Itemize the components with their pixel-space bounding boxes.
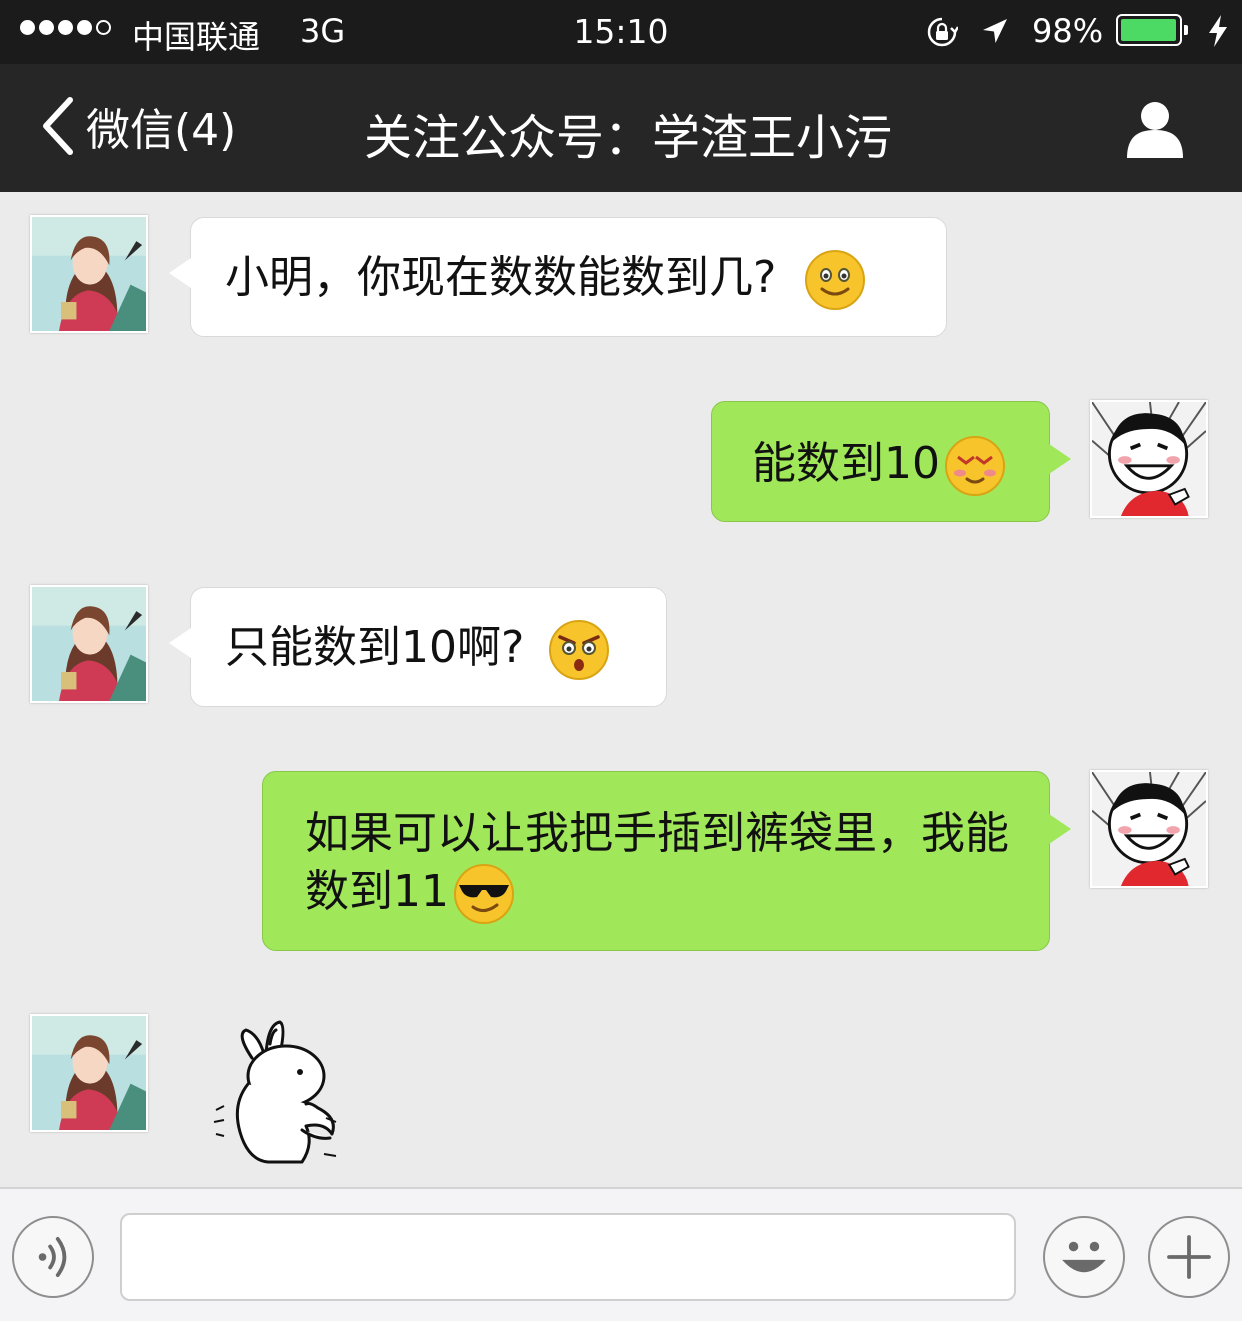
message-text: 如果可以让我把手插到裤袋里，我能数到11 bbox=[305, 808, 1009, 917]
message-bubble-outgoing[interactable]: 能数到10 bbox=[711, 401, 1071, 522]
location-arrow-icon bbox=[983, 19, 1007, 43]
angry-shocked-emoji-icon bbox=[548, 619, 610, 681]
status-bar: 中国联通 3G 15:10 98% bbox=[0, 0, 1242, 64]
contact-avatar[interactable] bbox=[30, 215, 148, 333]
message-input[interactable] bbox=[120, 1213, 1016, 1301]
blush-emoji-icon bbox=[944, 435, 1006, 497]
contact-avatar[interactable] bbox=[30, 585, 148, 703]
person-icon[interactable] bbox=[1124, 98, 1186, 160]
rabbit-middle-finger-sticker[interactable] bbox=[206, 1014, 346, 1164]
my-avatar[interactable] bbox=[1090, 770, 1208, 888]
nav-bar: 微信(4) 关注公众号：学渣王小污 bbox=[0, 64, 1242, 192]
chat-title: 关注公众号：学渣王小污 bbox=[363, 110, 892, 166]
plus-icon bbox=[1167, 1235, 1211, 1279]
message-text: 只能数到10啊? bbox=[225, 622, 525, 673]
message-bubble-incoming[interactable]: 只能数到10啊? bbox=[169, 587, 667, 707]
message-bubble-outgoing[interactable]: 如果可以让我把手插到裤袋里，我能数到11 bbox=[262, 771, 1071, 951]
my-avatar[interactable] bbox=[1090, 400, 1208, 518]
message-bubble-incoming[interactable]: 小明，你现在数数能数到几? bbox=[169, 217, 947, 337]
message-text: 小明，你现在数数能数到几? bbox=[225, 252, 777, 303]
message-text: 能数到10 bbox=[752, 438, 940, 489]
voice-button[interactable] bbox=[12, 1216, 94, 1298]
sunglasses-emoji-icon bbox=[453, 863, 515, 925]
emoji-icon bbox=[1062, 1241, 1106, 1273]
input-bar bbox=[0, 1187, 1242, 1321]
more-button[interactable] bbox=[1148, 1216, 1230, 1298]
rotation-lock-icon bbox=[927, 17, 958, 47]
smile-emoji-icon bbox=[804, 249, 866, 311]
battery-percent: 98% bbox=[1032, 12, 1104, 50]
voice-icon bbox=[38, 1237, 67, 1277]
battery-icon bbox=[1116, 14, 1188, 46]
charging-bolt-icon bbox=[1209, 15, 1227, 47]
contact-avatar[interactable] bbox=[30, 1014, 148, 1132]
emoji-button[interactable] bbox=[1043, 1216, 1125, 1298]
